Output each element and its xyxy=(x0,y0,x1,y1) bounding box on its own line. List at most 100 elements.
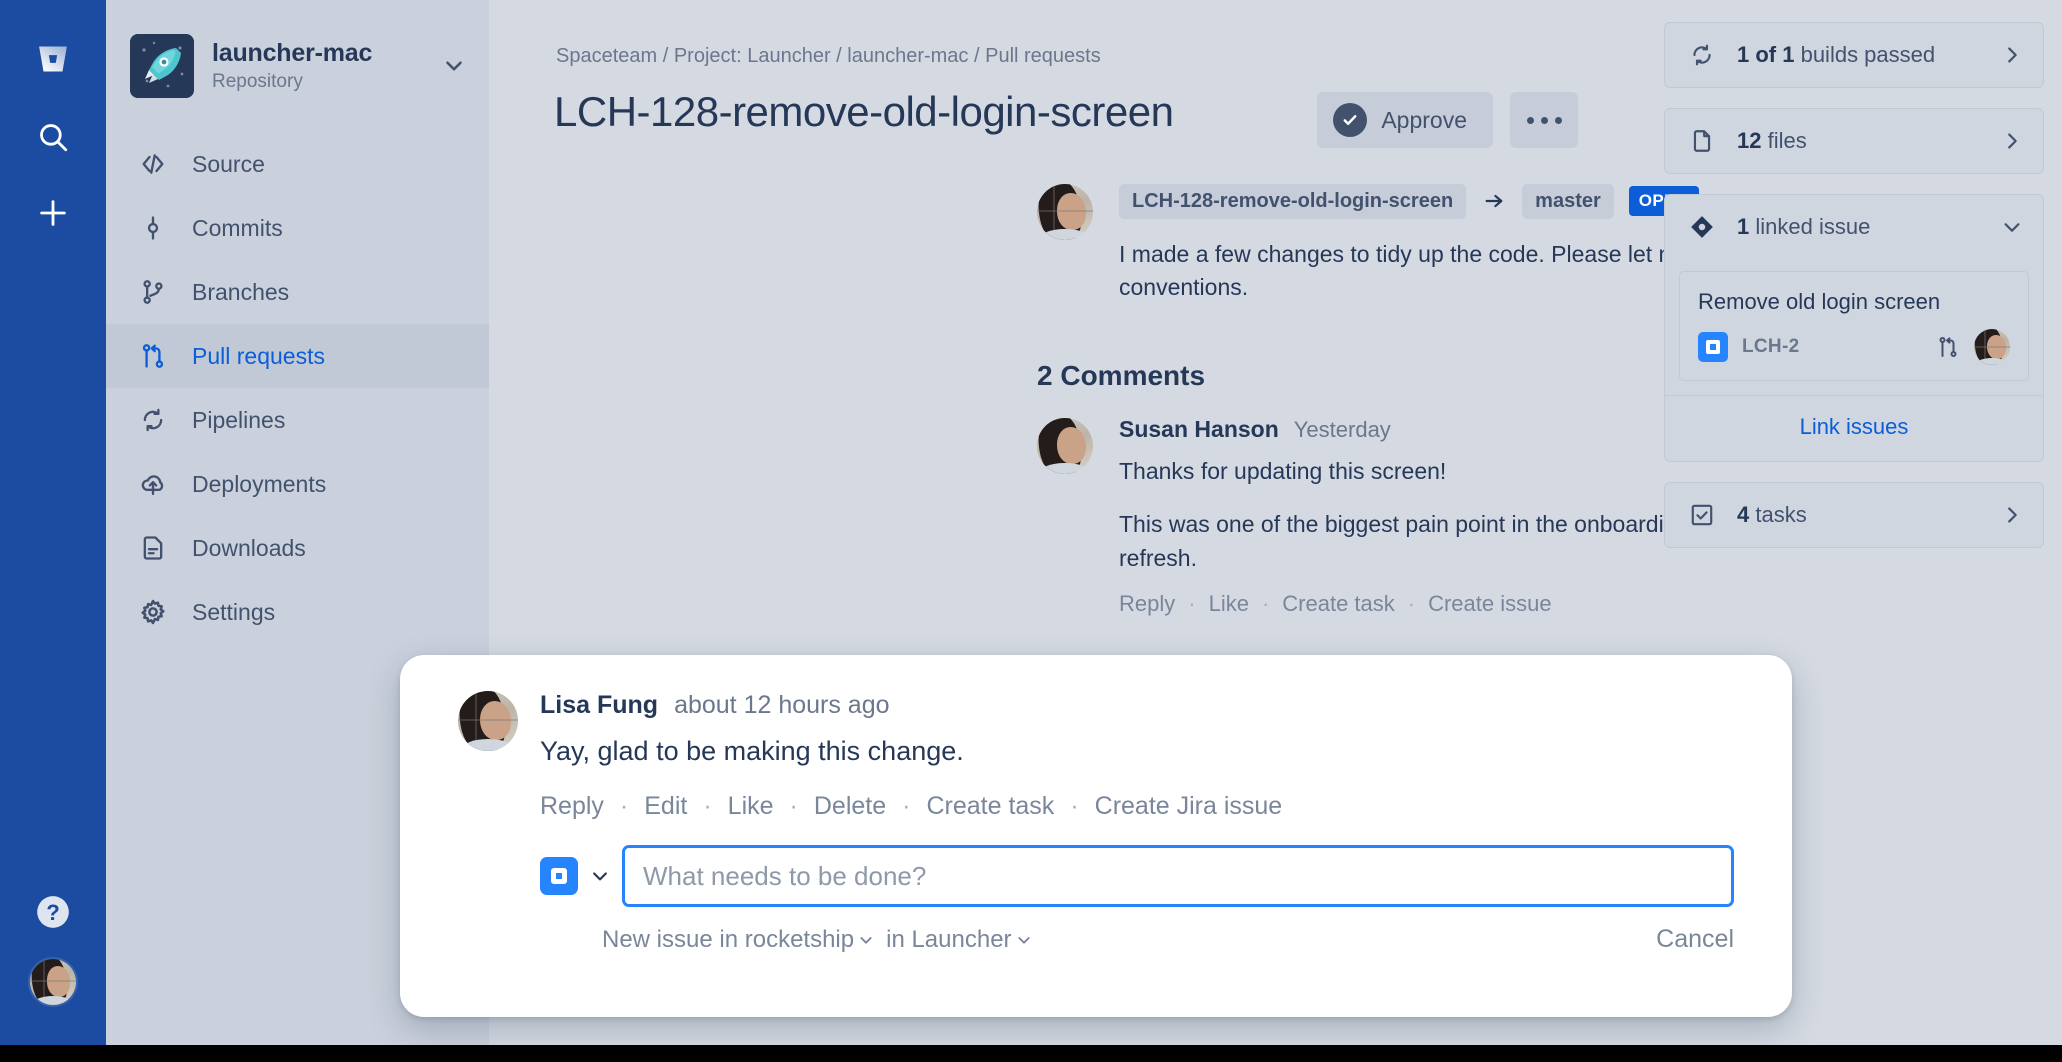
bitbucket-logo-icon[interactable] xyxy=(26,32,80,86)
approve-button[interactable]: Approve xyxy=(1317,92,1493,148)
sidebar-item-label: Branches xyxy=(192,278,290,305)
task-title-input[interactable] xyxy=(622,845,1734,907)
linked-issues-card: 1 linked issue Remove old login screen L… xyxy=(1664,194,2044,462)
sidebar-item-branches[interactable]: Branches xyxy=(106,260,489,324)
sidebar-item-commits[interactable]: Commits xyxy=(106,196,489,260)
issue-type-select[interactable]: New issue in rocketship xyxy=(602,926,874,954)
chevron-down-icon[interactable] xyxy=(435,53,467,79)
task-square-icon xyxy=(540,857,578,895)
sidebar-item-deployments[interactable]: Deployments xyxy=(106,452,489,516)
separator-dot: · xyxy=(1188,591,1196,617)
linked-issues-label: 1 linked issue xyxy=(1737,214,2001,240)
create-task-modal: Lisa Fung about 12 hours ago Yay, glad t… xyxy=(400,655,1792,1017)
sidebar-item-label: Downloads xyxy=(192,534,306,561)
approve-button-label: Approve xyxy=(1381,106,1467,133)
task-square-icon xyxy=(1698,332,1728,362)
project-select[interactable]: in Launcher xyxy=(886,926,1031,954)
linked-issues-row[interactable]: 1 linked issue xyxy=(1665,195,2043,259)
comment-action-edit[interactable]: Edit xyxy=(644,792,687,821)
chevron-down-icon xyxy=(1017,936,1030,944)
code-icon xyxy=(136,147,170,181)
sidebar-item-settings[interactable]: Settings xyxy=(106,580,489,644)
task-type-selector[interactable] xyxy=(540,857,610,895)
help-icon[interactable]: ? xyxy=(26,885,80,939)
project-select-label: in Launcher xyxy=(886,925,1012,953)
chevron-down-icon[interactable] xyxy=(2001,216,2023,238)
pipelines-icon xyxy=(136,403,170,437)
svg-text:?: ? xyxy=(46,900,60,925)
more-ellipsis-icon[interactable] xyxy=(1510,92,1578,148)
linked-issue-title: Remove old login screen xyxy=(1698,289,1941,314)
sidebar-item-source[interactable]: Source xyxy=(106,132,489,196)
repository-type-label: Repository xyxy=(212,70,303,92)
search-icon[interactable] xyxy=(26,110,80,164)
sidebar-item-label: Settings xyxy=(192,598,276,625)
comment-action-reply[interactable]: Reply xyxy=(1119,591,1175,617)
task-creation-footer: New issue in rocketship in Launcher Canc… xyxy=(540,925,1734,954)
linked-issues-label-text: linked issue xyxy=(1749,214,1871,239)
sidebar-item-label: Pull requests xyxy=(192,342,325,369)
separator-dot: · xyxy=(789,792,798,820)
app-window: ? launcher-mac Repository Source Commits… xyxy=(0,0,2062,1062)
chevron-down-icon xyxy=(860,936,872,944)
sidebar-item-pipelines[interactable]: Pipelines xyxy=(106,388,489,452)
comment-action-reply[interactable]: Reply xyxy=(540,792,604,821)
files-row[interactable]: 12 files xyxy=(1665,109,2043,173)
comment-action-like[interactable]: Like xyxy=(1209,591,1249,617)
chevron-right-icon[interactable] xyxy=(2001,130,2023,152)
arrow-right-icon xyxy=(1481,190,1507,212)
source-branch-chip[interactable]: LCH-128-remove-old-login-screen xyxy=(1119,183,1467,219)
comment-action-create-jira-issue[interactable]: Create Jira issue xyxy=(1095,792,1283,821)
sidebar-item-label: Pipelines xyxy=(192,406,286,433)
separator-dot: · xyxy=(619,792,629,820)
files-label: 12 files xyxy=(1737,128,2001,154)
comment-action-create-issue[interactable]: Create issue xyxy=(1428,591,1552,617)
plus-icon[interactable] xyxy=(26,186,80,240)
jira-diamond-icon xyxy=(1685,214,1719,240)
sidebar-item-pull-requests[interactable]: Pull requests xyxy=(106,324,489,388)
comment-author: Susan Hanson xyxy=(1119,416,1279,442)
chevron-right-icon[interactable] xyxy=(2001,44,2023,66)
repository-name: launcher-mac xyxy=(212,39,373,68)
commits-icon xyxy=(136,211,170,245)
global-navigation-rail: ? xyxy=(0,0,106,1045)
comment-action-create-task[interactable]: Create task xyxy=(1282,591,1395,617)
tasks-label-text: tasks xyxy=(1749,502,1807,527)
sidebar-item-downloads[interactable]: Downloads xyxy=(106,516,489,580)
separator-dot: · xyxy=(1261,591,1270,617)
pull-request-side-panel: 1 of 1 builds passed 12 files 1 linked i… xyxy=(1664,22,2044,568)
comment-timestamp: about 12 hours ago xyxy=(674,691,890,719)
sidebar-item-label: Source xyxy=(192,150,265,177)
sidebar-item-label: Deployments xyxy=(192,470,327,497)
cancel-button[interactable]: Cancel xyxy=(1656,925,1734,954)
sidebar-item-label: Commits xyxy=(192,214,283,241)
repository-switcher[interactable]: launcher-mac Repository xyxy=(106,0,489,98)
avatar[interactable] xyxy=(28,957,78,1007)
separator-dot: · xyxy=(1407,591,1416,617)
tasks-row[interactable]: 4 tasks xyxy=(1665,483,2043,547)
linked-issue-meta: LCH-2 xyxy=(1698,329,2010,365)
separator-dot: · xyxy=(1070,792,1079,820)
comment-author: Lisa Fung xyxy=(540,691,659,719)
link-issues-button[interactable]: Link issues xyxy=(1665,395,2043,457)
separator-dot: · xyxy=(703,792,712,820)
tasks-count: 4 xyxy=(1737,502,1750,527)
builds-row[interactable]: 1 of 1 builds passed xyxy=(1665,23,2043,87)
target-branch-chip[interactable]: master xyxy=(1522,183,1614,219)
comment-action-like[interactable]: Like xyxy=(728,792,774,821)
linked-issue-item[interactable]: Remove old login screen LCH-2 xyxy=(1679,271,2029,381)
breadcrumb[interactable]: Spaceteam / Project: Launcher / launcher… xyxy=(556,45,1101,68)
comment-body: Yay, glad to be making this change. xyxy=(540,736,964,766)
page-title: LCH-128-remove-old-login-screen xyxy=(554,88,1174,135)
comment-action-create-task[interactable]: Create task xyxy=(926,792,1054,821)
comment-actions: Reply · Like · Create task · Create issu… xyxy=(1119,591,2037,617)
chevron-right-icon[interactable] xyxy=(2001,504,2023,526)
avatar xyxy=(1037,418,1093,474)
checkbox-icon xyxy=(1685,502,1719,528)
file-icon xyxy=(1685,128,1719,154)
builds-label-text: builds passed xyxy=(1794,42,1936,67)
comment-action-delete[interactable]: Delete xyxy=(814,792,886,821)
files-card: 12 files xyxy=(1664,108,2044,174)
rocket-icon xyxy=(130,34,194,98)
chevron-down-icon xyxy=(590,866,610,886)
